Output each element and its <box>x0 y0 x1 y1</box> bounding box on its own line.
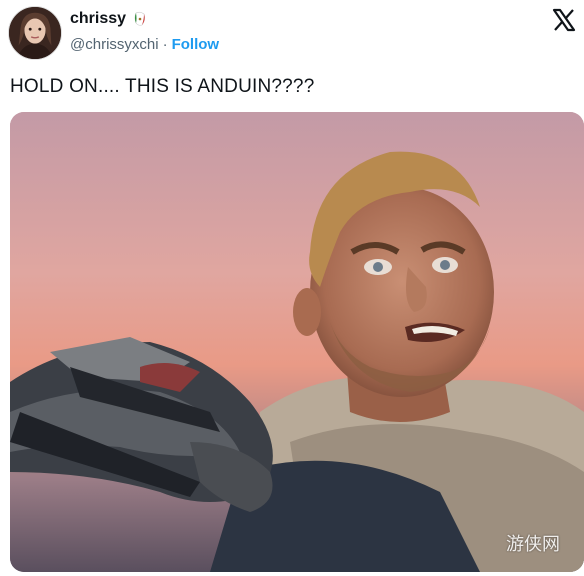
display-name[interactable]: chrissy <box>70 10 126 28</box>
post-text: HOLD ON.... THIS IS ANDUIN???? <box>10 76 315 97</box>
separator-dot: · <box>162 36 168 53</box>
user-handle[interactable]: @chrissyxchi <box>70 36 159 53</box>
post-image[interactable] <box>10 112 584 572</box>
avatar[interactable] <box>8 6 62 60</box>
follow-button[interactable]: Follow <box>172 36 220 53</box>
avatar-icon <box>9 7 61 59</box>
tweet-embed: chrissy @chrissyxchi · Follow HOLD ON.... … <box>0 0 584 576</box>
handle-line: @chrissyxchi · Follow <box>70 36 219 53</box>
mexico-flag-icon <box>134 11 145 26</box>
movie-still-image <box>10 112 584 572</box>
x-logo-icon[interactable] <box>552 8 576 32</box>
watermark: 游侠网 <box>506 534 560 555</box>
